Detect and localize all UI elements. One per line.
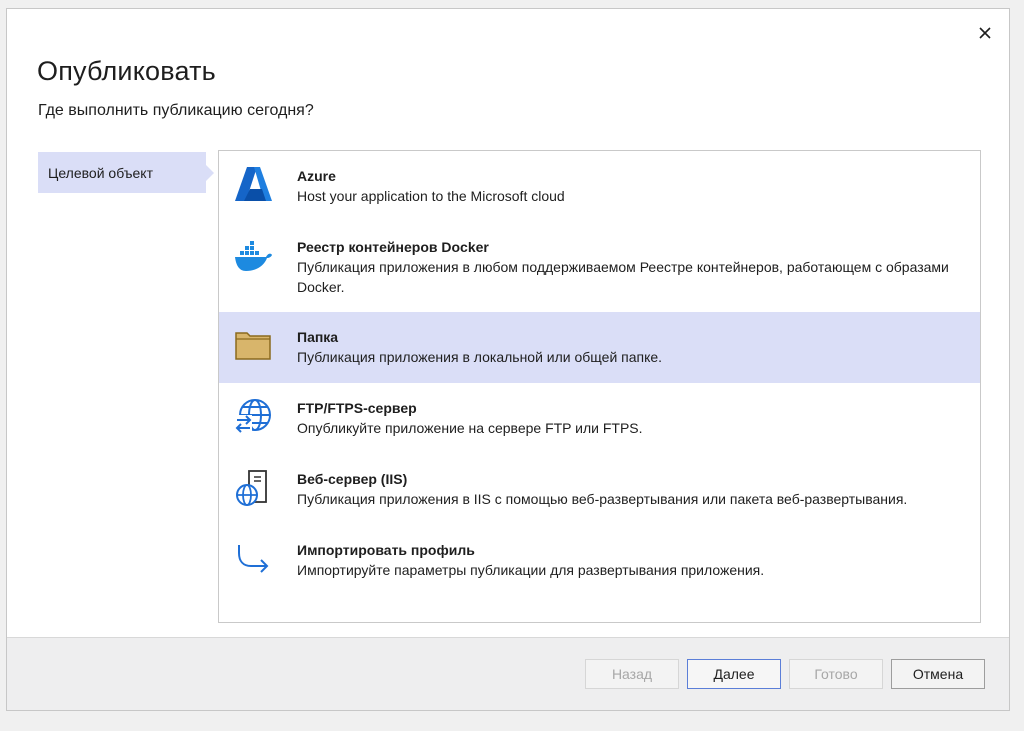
azure-icon [233,164,273,204]
target-ftp[interactable]: FTP/FTPS-сервер Опубликуйте приложение н… [219,383,980,454]
folder-icon [233,326,273,366]
target-description: Публикация приложения в локальной или об… [297,349,663,365]
dialog-subtitle: Где выполнить публикацию сегодня? [38,102,314,119]
target-name: Azure [297,168,336,184]
finish-button[interactable]: Готово [789,659,883,689]
target-description: Публикация приложения в любом поддержива… [297,259,949,295]
sidebar-item-target[interactable]: Целевой объект [38,152,214,193]
ftp-globe-icon [233,397,273,437]
dialog-footer: Назад Далее Готово Отмена [7,637,1009,710]
target-description: Host your application to the Microsoft c… [297,188,565,204]
import-arrow-icon [233,539,273,579]
target-name: Папка [297,329,339,345]
target-docker[interactable]: Реестр контейнеров Docker Публикация при… [219,221,980,312]
dialog-title: Опубликовать [37,56,216,86]
publish-target-list: Azure Host your application to the Micro… [218,150,981,623]
sidebar-item-label: Целевой объект [48,164,153,181]
target-description: Публикация приложения в IIS с помощью ве… [297,491,908,507]
docker-icon [233,236,273,276]
close-button[interactable] [973,21,997,45]
next-button[interactable]: Далее [687,659,781,689]
back-button[interactable]: Назад [585,659,679,689]
publish-dialog: Опубликовать Где выполнить публикацию се… [6,8,1010,711]
web-server-icon [233,468,273,508]
cancel-button[interactable]: Отмена [891,659,985,689]
target-iis[interactable]: Веб-сервер (IIS) Публикация приложения в… [219,454,980,525]
target-description: Импортируйте параметры публикации для ра… [297,562,765,578]
target-folder[interactable]: Папка Публикация приложения в локальной … [219,312,980,383]
target-description: Опубликуйте приложение на сервере FTP ил… [297,420,643,436]
target-name: Реестр контейнеров Docker [297,239,489,255]
close-icon [979,27,991,39]
target-name: FTP/FTPS-сервер [297,400,417,416]
target-import-profile[interactable]: Импортировать профиль Импортируйте парам… [219,525,980,596]
target-name: Импортировать профиль [297,542,475,558]
target-name: Веб-сервер (IIS) [297,471,408,487]
target-azure[interactable]: Azure Host your application to the Micro… [219,151,980,221]
